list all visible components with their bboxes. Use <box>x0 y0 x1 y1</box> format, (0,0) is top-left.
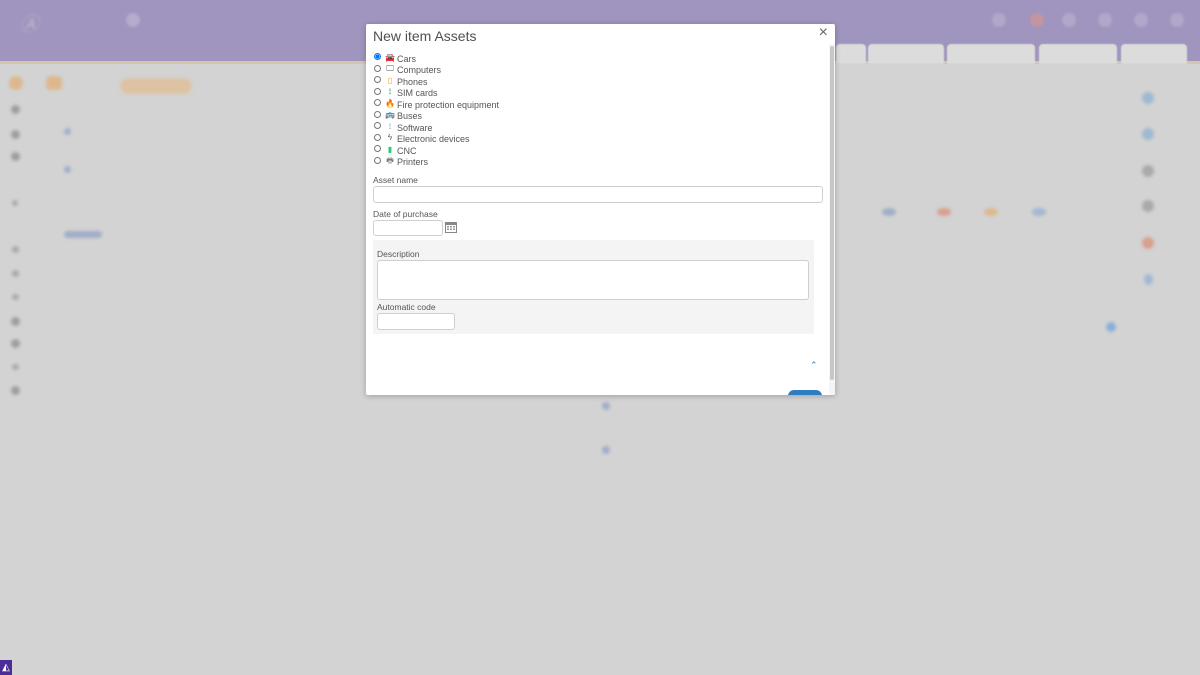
dialog-title: New item Assets <box>373 28 477 44</box>
asset-name-input[interactable] <box>373 186 823 203</box>
cnc-icon: ▮ <box>387 144 393 154</box>
date-of-purchase-input[interactable] <box>373 220 443 236</box>
asset-type-option[interactable]: 🔥 Fire protection equipment <box>374 98 499 110</box>
collapse-icon[interactable]: ⌃ <box>810 360 818 371</box>
asset-type-label: Printers <box>397 157 429 168</box>
date-of-purchase-label: Date of purchase <box>373 209 438 219</box>
asset-type-option[interactable]: ϟ Electronic devices <box>374 133 499 145</box>
car-icon: 🚘 <box>385 52 395 62</box>
asset-type-radio[interactable] <box>374 156 381 164</box>
asset-type-radio[interactable] <box>374 145 381 153</box>
asset-name-label: Asset name <box>373 175 418 185</box>
asset-type-radio[interactable] <box>374 87 381 95</box>
asset-type-radio[interactable] <box>374 110 381 118</box>
asset-type-label: SIM cards <box>397 88 438 99</box>
help-widget-icon[interactable]: ◭ <box>0 660 12 675</box>
description-textarea[interactable] <box>377 260 809 300</box>
asset-type-radio[interactable] <box>374 64 381 72</box>
asset-type-radio[interactable] <box>374 76 381 84</box>
bolt-icon: ϟ <box>387 133 393 143</box>
description-label: Description <box>377 249 420 259</box>
asset-type-label: Phones <box>397 76 428 87</box>
asset-type-group: 🚘 Cars 🖵 Computers ▯ Phones ⟟ SIM cards 🔥 Fire pr… <box>374 52 499 167</box>
asset-type-radio[interactable] <box>374 122 381 130</box>
asset-type-option[interactable]: ⟟ Software <box>374 121 499 133</box>
asset-type-option[interactable]: 🚘 Cars <box>374 52 499 64</box>
asset-type-label: Fire protection equipment <box>397 99 500 110</box>
new-item-dialog: New item Assets × 🚘 Cars 🖵 Computers ▯ Phones… <box>366 24 835 395</box>
asset-type-label: Cars <box>397 53 417 64</box>
asset-type-option[interactable]: ▯ Phones <box>374 75 499 87</box>
bus-icon: 🚌 <box>385 110 395 120</box>
scrollbar-thumb[interactable] <box>830 46 834 380</box>
asset-type-label: CNC <box>397 145 417 156</box>
fire-icon: 🔥 <box>385 98 395 108</box>
automatic-code-label: Automatic code <box>377 302 436 312</box>
asset-type-option[interactable]: ▮ CNC <box>374 144 499 156</box>
asset-type-radio[interactable] <box>374 53 381 61</box>
asset-type-option[interactable]: 🖵 Computers <box>374 64 499 76</box>
asset-type-label: Computers <box>397 65 442 76</box>
asset-type-label: Buses <box>397 111 423 122</box>
calendar-icon[interactable] <box>445 221 457 233</box>
monitor-icon: 🖵 <box>386 64 394 74</box>
asset-type-option[interactable]: 🖶 Printers <box>374 156 499 168</box>
asset-type-label: Software <box>397 122 433 133</box>
asset-type-radio[interactable] <box>374 99 381 107</box>
phone-icon: ▯ <box>387 75 393 85</box>
signal-icon: ⟟ <box>388 87 392 97</box>
asset-type-option[interactable]: 🚌 Buses <box>374 110 499 122</box>
printer-icon: 🖶 <box>386 156 394 166</box>
antenna-icon: ⟟ <box>388 121 392 131</box>
save-button[interactable] <box>788 390 822 395</box>
asset-type-label: Electronic devices <box>397 134 470 145</box>
automatic-code-input[interactable] <box>377 313 455 330</box>
asset-type-radio[interactable] <box>374 133 381 141</box>
close-button[interactable]: × <box>819 24 828 42</box>
asset-type-option[interactable]: ⟟ SIM cards <box>374 87 499 99</box>
details-panel: Description Automatic code <box>373 240 814 334</box>
